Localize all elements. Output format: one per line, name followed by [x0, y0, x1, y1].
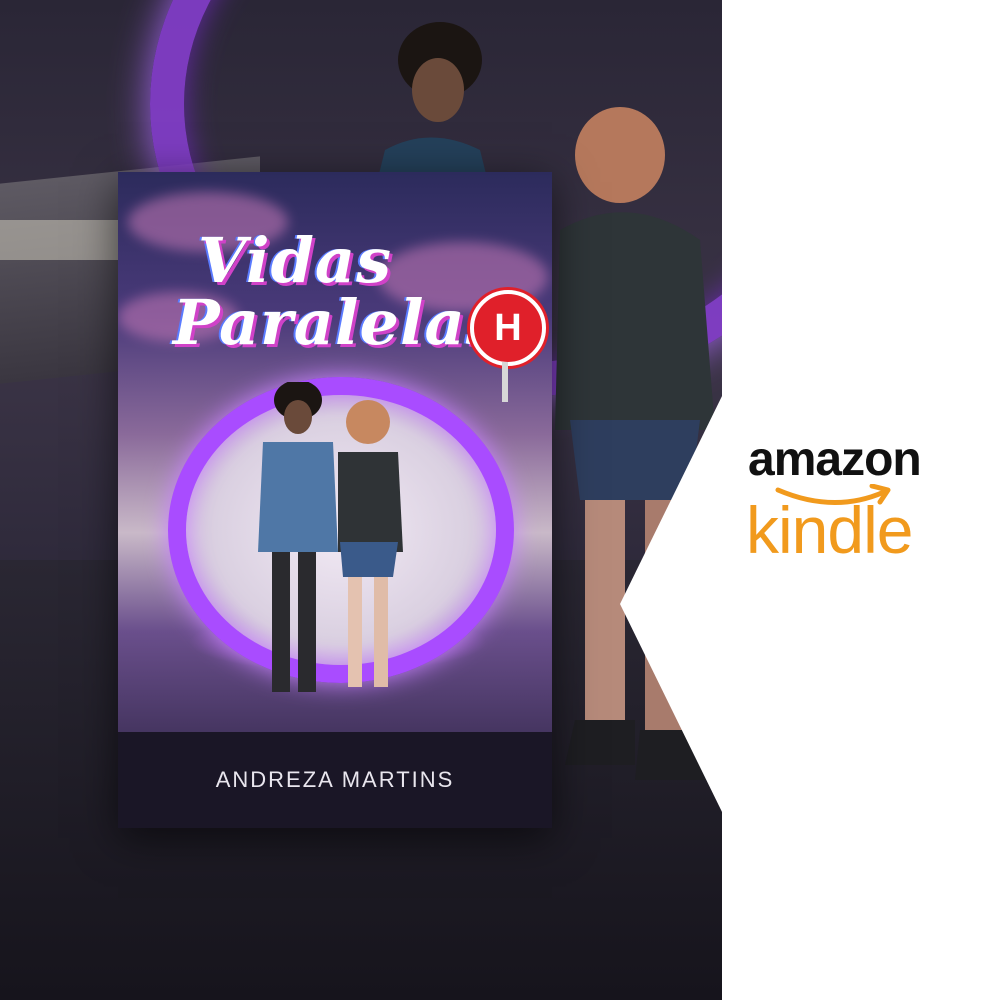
- pointer-arrow: [620, 392, 724, 816]
- hotel-sign-letter: H: [494, 306, 522, 349]
- book-cover: Vidas Paralelas H ANDREZA MARTINS: [118, 172, 552, 828]
- couple-figures: [258, 382, 403, 692]
- book-author: ANDREZA MARTINS: [215, 767, 455, 792]
- logo-product-text: kindle: [746, 493, 913, 567]
- book-title-line-2: Paralelas: [173, 286, 502, 359]
- logo-brand-text: amazon: [748, 433, 922, 486]
- amazon-kindle-logo: amazon kindle: [744, 432, 944, 572]
- hotel-sign-pole: [502, 362, 508, 402]
- hotel-sign-icon: H: [470, 290, 546, 366]
